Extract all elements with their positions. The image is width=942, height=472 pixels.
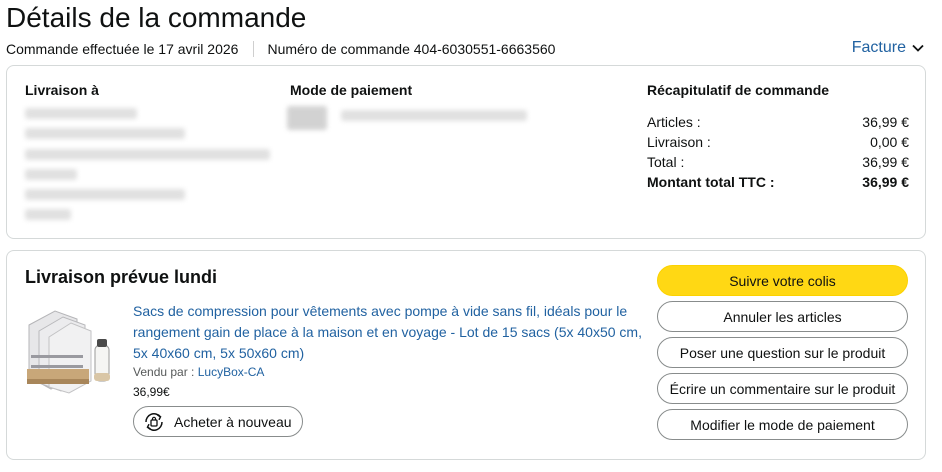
summary-row-items: Articles : 36,99 €: [647, 114, 909, 130]
order-meta: Commande effectuée le 17 avril 2026 Numé…: [6, 41, 555, 57]
summary-row-total: Total : 36,99 €: [647, 154, 909, 170]
order-info-card: Livraison à Mode de paiement Récapitulat…: [6, 65, 926, 239]
delivery-title: Livraison prévue lundi: [25, 267, 218, 287]
write-review-button[interactable]: Écrire un commentaire sur le produit: [657, 373, 908, 404]
seller-link[interactable]: LucyBox-CA: [198, 365, 265, 379]
ask-product-question-button[interactable]: Poser une question sur le produit: [657, 337, 908, 368]
summary-row-shipping: Livraison : 0,00 €: [647, 134, 909, 150]
buy-again-label: Acheter à nouveau: [174, 413, 292, 430]
summary-row-grand-total: Montant total TTC : 36,99 €: [647, 174, 909, 190]
chevron-down-icon: [912, 44, 924, 52]
track-package-button[interactable]: Suivre votre colis: [657, 265, 908, 296]
summary-heading: Récapitulatif de commande: [647, 82, 830, 98]
buy-again-icon: [145, 412, 163, 431]
page-title: Détails de la commande: [6, 2, 307, 33]
meta-divider: [253, 41, 255, 57]
product-price: 36,99€: [133, 385, 170, 399]
invoice-label: Facture: [851, 39, 906, 56]
order-date: Commande effectuée le 17 avril 2026: [6, 41, 239, 57]
delivery-card: Livraison prévue lundi Sacs de compressi…: [6, 250, 926, 460]
product-image[interactable]: [25, 305, 113, 395]
invoice-dropdown[interactable]: Facture: [852, 39, 924, 57]
buy-again-button[interactable]: Acheter à nouveau: [133, 406, 303, 437]
cancel-items-button[interactable]: Annuler les articles: [657, 301, 908, 332]
order-number: Numéro de commande 404-6030551-6663560: [267, 41, 556, 57]
product-title-link[interactable]: Sacs de compression pour vêtements avec …: [133, 301, 643, 364]
seller-info: Vendu par : LucyBox-CA: [133, 365, 265, 379]
payment-heading: Mode de paiement: [290, 82, 413, 98]
order-summary: Articles : 36,99 € Livraison : 0,00 € To…: [647, 112, 909, 192]
shipping-heading: Livraison à: [25, 82, 99, 98]
change-payment-method-button[interactable]: Modifier le mode de paiement: [657, 409, 908, 440]
order-actions: Suivre votre colis Annuler les articles …: [657, 265, 908, 445]
